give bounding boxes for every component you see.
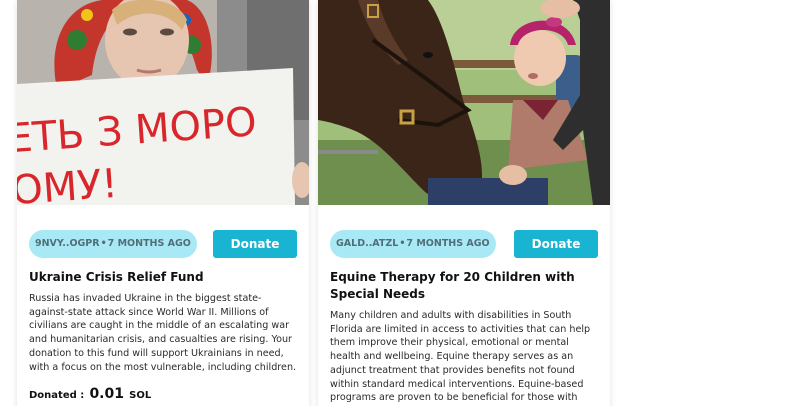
campaign-description: Many children and adults with disabiliti… — [330, 310, 591, 406]
campaign-age: 7 MONTHS AGO — [107, 238, 191, 249]
campaign-card-ukraine[interactable]: ЕТЬ З МОРО ОМУ! 9NVY..OGPR•7 MONTHS AGO … — [17, 0, 309, 406]
campaign-description: Russia has invaded Ukraine in the bigges… — [29, 293, 297, 373]
donate-button[interactable]: Donate — [213, 230, 297, 258]
owner-address: GALD..ATZL — [336, 238, 399, 249]
campaign-meta-row: 9NVY..OGPR•7 MONTHS AGO Donate — [29, 230, 297, 258]
sign-text-line2: ОМУ! — [17, 161, 119, 205]
donated-unit: SOL — [129, 390, 152, 401]
donated-label: Donated : — [29, 390, 85, 401]
campaign-card-equine[interactable]: GALD..ATZL•7 MONTHS AGO Donate Equine Th… — [318, 0, 610, 406]
donated-summary: Donated : 0.01 SOL — [29, 386, 151, 402]
donate-button[interactable]: Donate — [514, 230, 598, 258]
campaign-title[interactable]: Ukraine Crisis Relief Fund — [29, 269, 297, 286]
donated-amount: 0.01 — [89, 386, 124, 402]
owner-badge[interactable]: GALD..ATZL•7 MONTHS AGO — [330, 230, 496, 258]
protest-photo-image: ЕТЬ З МОРО ОМУ! — [17, 0, 309, 205]
campaign-photo-protest[interactable]: ЕТЬ З МОРО ОМУ! — [17, 0, 309, 205]
meta-separator: • — [100, 238, 107, 249]
campaign-grid: ЕТЬ З МОРО ОМУ! 9NVY..OGPR•7 MONTHS AGO … — [0, 0, 797, 406]
campaign-title[interactable]: Equine Therapy for 20 Children with Spec… — [330, 269, 598, 303]
horse-photo-image — [318, 0, 610, 205]
owner-badge[interactable]: 9NVY..OGPR•7 MONTHS AGO — [29, 230, 197, 258]
campaign-photo-horse[interactable] — [318, 0, 610, 205]
owner-address: 9NVY..OGPR — [35, 238, 100, 249]
campaign-meta-row: GALD..ATZL•7 MONTHS AGO Donate — [330, 230, 598, 258]
campaign-age: 7 MONTHS AGO — [406, 238, 490, 249]
